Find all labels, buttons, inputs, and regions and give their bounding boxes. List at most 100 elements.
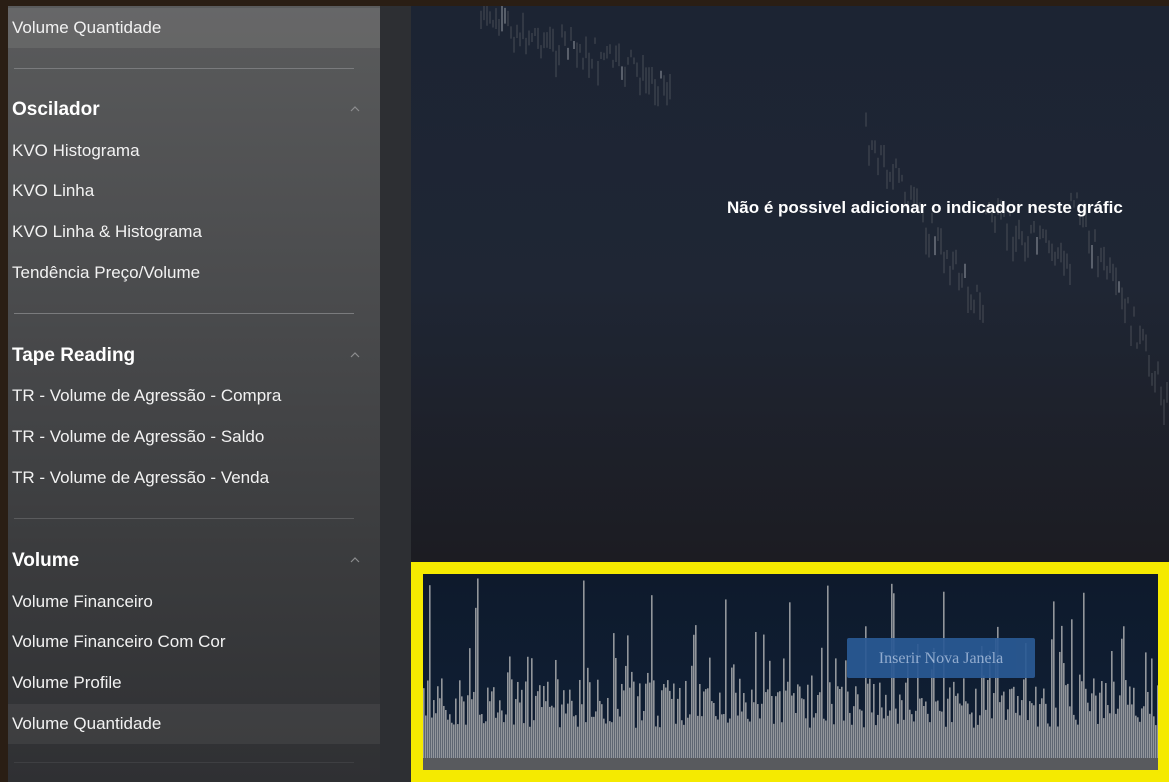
volume-bar [1133, 687, 1135, 758]
volume-bar [609, 721, 611, 758]
price-chart[interactable]: Não é possivel adicionar o indicador nes… [411, 6, 1169, 562]
volume-bar [539, 685, 541, 758]
volume-bar [573, 716, 575, 758]
volume-bar [1045, 703, 1047, 758]
volume-bar [725, 599, 727, 758]
volume-bar [1113, 681, 1115, 758]
volume-bar [737, 715, 739, 758]
volume-bar [779, 691, 781, 758]
volume-bar [485, 721, 487, 758]
volume-bar [667, 680, 669, 758]
volume-bar [1145, 652, 1147, 758]
volume-bar [1129, 686, 1131, 758]
volume-bar [423, 688, 425, 758]
sidebar-item-volume-financeiro[interactable]: Volume Financeiro [8, 582, 380, 622]
volume-bar [769, 660, 771, 758]
volume-bar [615, 657, 617, 758]
volume-bar [651, 595, 653, 758]
volume-bar [693, 634, 695, 758]
volume-panel[interactable]: Inserir Nova Janela [423, 574, 1158, 770]
volume-bar [497, 712, 499, 758]
volume-bar [431, 717, 433, 758]
volume-bar [1027, 720, 1029, 758]
volume-bar [581, 704, 583, 758]
volume-bar [791, 695, 793, 758]
sidebar-item-volume-quantidade[interactable]: Volume Quantidade [8, 704, 380, 744]
volume-bar [449, 714, 451, 758]
sidebar-item-volume-financeiro-com-cor[interactable]: Volume Financeiro Com Cor [8, 622, 380, 662]
volume-bar [787, 681, 789, 758]
volume-bar [477, 578, 479, 758]
volume-bar [635, 727, 637, 758]
sidebar-scroll-gutter [380, 6, 411, 782]
volume-bar [795, 712, 797, 758]
volume-bar [885, 694, 887, 758]
volume-bar [443, 705, 445, 758]
sidebar-item-tendencia-preco-volume[interactable]: Tendência Preço/Volume [8, 253, 380, 293]
volume-bar [601, 704, 603, 758]
volume-bar [657, 715, 659, 758]
volume-bar [837, 686, 839, 758]
volume-bar [955, 695, 957, 758]
volume-bar [733, 664, 735, 758]
volume-bar [993, 693, 995, 758]
volume-bar [455, 698, 457, 758]
chevron-up-icon[interactable] [350, 555, 360, 565]
volume-bar [797, 684, 799, 758]
volume-bar [745, 702, 747, 758]
volume-bar [1097, 723, 1099, 758]
volume-bar [439, 698, 441, 758]
volume-bar [919, 698, 921, 758]
volume-bar [757, 704, 759, 758]
volume-bar [571, 700, 573, 758]
volume-bar [1067, 683, 1069, 758]
chevron-up-icon[interactable] [350, 104, 360, 114]
volume-bar [809, 727, 811, 758]
volume-bar [597, 679, 599, 758]
volume-bar [569, 689, 571, 758]
group-header-tape-reading[interactable]: Tape Reading [8, 336, 380, 376]
chevron-up-icon[interactable] [350, 350, 360, 360]
sidebar-item-tr-agressao-venda[interactable]: TR - Volume de Agressão - Venda [8, 458, 380, 498]
chart-error-message: Não é possivel adicionar o indicador nes… [727, 198, 1123, 217]
sidebar-item-kvo-linha[interactable]: KVO Linha [8, 171, 380, 211]
volume-bar [493, 687, 495, 758]
volume-bar [543, 686, 545, 758]
volume-bar [973, 727, 975, 758]
volume-bar [849, 712, 851, 758]
volume-bar [625, 665, 627, 758]
volume-bar [1011, 688, 1013, 758]
volume-bar [481, 714, 483, 758]
volume-bar [703, 691, 705, 758]
volume-bar [723, 714, 725, 758]
insert-new-window-button[interactable]: Inserir Nova Janela [847, 638, 1035, 678]
volume-bar [901, 700, 903, 758]
group-header-volume[interactable]: Volume [8, 541, 380, 581]
volume-bar [875, 725, 877, 758]
volume-bar [695, 625, 697, 758]
volume-bar [533, 720, 535, 758]
volume-bar [847, 691, 849, 758]
volume-bar [645, 683, 647, 758]
volume-bar [585, 722, 587, 758]
volume-bars [423, 578, 1158, 758]
sidebar-item-volume-profile[interactable]: Volume Profile [8, 663, 380, 703]
volume-bar [971, 712, 973, 758]
volume-bar [453, 724, 455, 758]
sidebar-item-kvo-histograma[interactable]: KVO Histograma [8, 131, 380, 171]
volume-bar [1021, 700, 1023, 758]
volume-bar [1029, 701, 1031, 758]
sidebar-item-tr-agressao-saldo[interactable]: TR - Volume de Agressão - Saldo [8, 417, 380, 457]
volume-bar [801, 698, 803, 758]
sidebar-item-volume-quantidade-top[interactable]: Volume Quantidade [8, 8, 380, 48]
volume-bar [819, 692, 821, 758]
volume-bar [1089, 711, 1091, 758]
volume-bar [969, 714, 971, 758]
sidebar-item-kvo-linha-histograma[interactable]: KVO Linha & Histograma [8, 212, 380, 252]
volume-bar [681, 720, 683, 758]
volume-bar [941, 711, 943, 758]
volume-bar [781, 722, 783, 758]
group-header-oscilador[interactable]: Oscilador [8, 90, 380, 130]
sidebar-item-tr-agressao-compra[interactable]: TR - Volume de Agressão - Compra [8, 376, 380, 416]
volume-bar [1107, 705, 1109, 758]
